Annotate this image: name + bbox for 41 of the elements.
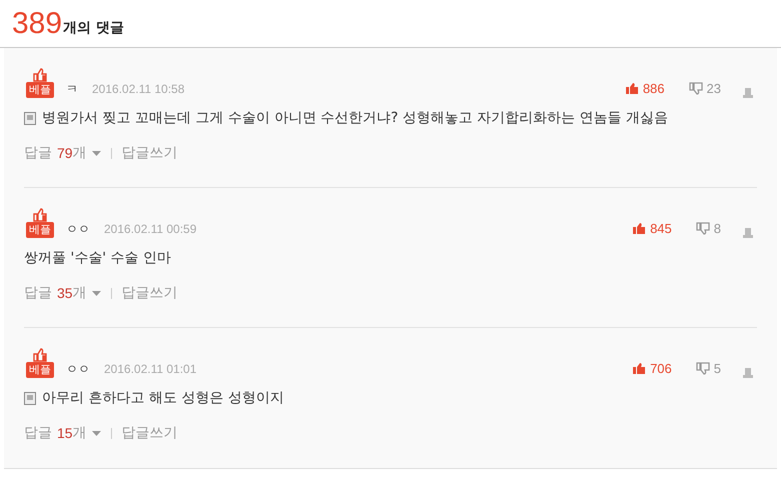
caret-icon (92, 151, 101, 156)
write-reply-link[interactable]: 답글쓰기 (122, 423, 178, 444)
comment-count: 389 (12, 9, 62, 39)
replies-toggle[interactable]: 답글 15개 (24, 423, 101, 444)
thumbs-up-icon (632, 362, 646, 375)
like-button[interactable]: 886 (624, 78, 665, 98)
author-name[interactable]: ㅋ (66, 80, 78, 98)
thumbs-up-icon (32, 208, 48, 222)
thumbs-up-icon (32, 348, 48, 362)
thumbs-down-icon (696, 222, 710, 235)
comment-text: 아무리 흔하다고 해도 성형은 성형이지 (42, 388, 284, 408)
dislike-button[interactable]: 8 (696, 218, 721, 238)
comment-date: 2016.02.11 01:01 (104, 361, 197, 378)
thumbs-up-icon (32, 68, 48, 82)
author-name[interactable]: ㅇㅇ (66, 360, 90, 378)
like-button[interactable]: 845 (632, 218, 672, 238)
dislike-button[interactable]: 23 (688, 78, 721, 98)
comment-heading: 개의 댓글 (63, 19, 124, 38)
thumbs-down-icon (688, 82, 703, 95)
comment-date: 2016.02.11 10:58 (92, 81, 185, 98)
comment-date: 2016.02.11 00:59 (104, 221, 197, 238)
report-button[interactable] (743, 367, 753, 378)
write-reply-link[interactable]: 답글쓰기 (122, 143, 178, 164)
thumbs-up-icon (624, 82, 639, 95)
best-badge: 베플 (26, 82, 54, 98)
replies-toggle[interactable]: 답글 35개 (24, 283, 101, 304)
comment-text: 병원가서 찢고 꼬매는데 그게 수술이 아니면 수선한거냐? 성형해놓고 자기합리화하는 연놈들 개싫음 (42, 108, 668, 128)
replies-toggle[interactable]: 답글 79개 (24, 143, 101, 164)
best-badge: 베플 (26, 222, 54, 238)
caret-icon (92, 291, 101, 296)
dislike-button[interactable]: 5 (696, 358, 721, 378)
author-name[interactable]: ㅇㅇ (66, 220, 90, 238)
like-button[interactable]: 706 (632, 358, 672, 378)
caret-icon (92, 431, 101, 436)
report-button[interactable] (743, 87, 753, 98)
thumbs-up-icon (632, 222, 646, 235)
best-badge: 베플 (26, 362, 54, 378)
thumbs-down-icon (696, 362, 710, 375)
write-reply-link[interactable]: 답글쓰기 (122, 283, 178, 304)
report-button[interactable] (743, 227, 753, 238)
comment-text: 쌍꺼풀 '수술' 수술 인마 (24, 248, 172, 268)
